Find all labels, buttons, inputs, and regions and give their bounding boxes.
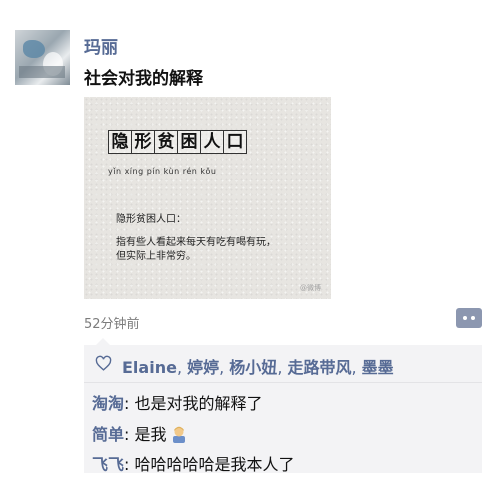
comment-text: : 哈哈哈哈哈是我本人了 [124, 455, 295, 474]
person-emoji-icon [172, 426, 185, 443]
heart-outline-icon [95, 355, 112, 371]
image-title-char: 形 [131, 130, 155, 154]
image-definition-line: 但实际上非常穷。 [116, 251, 196, 262]
like-separator: , [351, 358, 362, 377]
avatar-detail [19, 66, 65, 78]
comment-menu-button[interactable] [456, 308, 482, 328]
comment-author[interactable]: 淘淘 [92, 394, 124, 413]
image-title-char: 隐 [108, 130, 132, 154]
post-timestamp: 52分钟前 [84, 317, 140, 332]
comment-item[interactable]: 淘淘: 也是对我的解释了 [92, 390, 263, 414]
image-definition-line: 指有些人看起来每天有吃有喝有玩， [116, 237, 276, 248]
image-title-char: 困 [177, 130, 201, 154]
avatar-detail [23, 40, 45, 58]
like-name[interactable]: 墨墨 [362, 358, 394, 377]
comment-text: : 也是对我的解释了 [124, 394, 263, 413]
post-image[interactable]: 隐 形 贫 困 人 口 yǐn xíng pín kùn rén kǒu 隐形贫… [84, 97, 331, 299]
dot-icon [463, 316, 467, 320]
likes-row: Elaine, 婷婷, 杨小妞, 走路带风, 墨墨 [84, 345, 482, 383]
image-pinyin: yǐn xíng pín kùn rén kǒu [108, 167, 217, 176]
like-separator: , [277, 358, 288, 377]
like-name[interactable]: Elaine [122, 358, 177, 377]
like-separator: , [176, 358, 188, 377]
image-title-char: 口 [223, 130, 247, 154]
image-title: 隐 形 贫 困 人 口 [108, 130, 247, 154]
post-text: 社会对我的解释 [84, 69, 203, 89]
comment-item[interactable]: 简单: 是我 [92, 421, 188, 445]
comment-author[interactable]: 简单 [92, 425, 124, 444]
like-name[interactable]: 婷婷 [187, 358, 219, 377]
image-definition-body: 指有些人看起来每天有吃有喝有玩， 但实际上非常穷。 [116, 236, 276, 264]
avatar[interactable] [15, 30, 70, 85]
comment-author[interactable]: 飞飞 [92, 455, 124, 474]
image-definition-title: 隐形贫困人口： [116, 214, 186, 225]
image-watermark: @微博 [300, 284, 321, 292]
image-title-char: 贫 [154, 130, 178, 154]
like-name[interactable]: 走路带风 [287, 358, 351, 377]
comment-item[interactable]: 飞飞: 哈哈哈哈哈是我本人了 [92, 451, 295, 475]
image-title-char: 人 [200, 130, 224, 154]
comment-text: : 是我 [124, 425, 167, 444]
dot-icon [471, 316, 475, 320]
like-names: Elaine, 婷婷, 杨小妞, 走路带风, 墨墨 [122, 354, 394, 378]
like-separator: , [219, 358, 230, 377]
likes-comments-panel: Elaine, 婷婷, 杨小妞, 走路带风, 墨墨 淘淘: 也是对我的解释了 简… [84, 338, 482, 475]
like-name[interactable]: 杨小妞 [229, 358, 277, 377]
post-username[interactable]: 玛丽 [84, 33, 118, 58]
